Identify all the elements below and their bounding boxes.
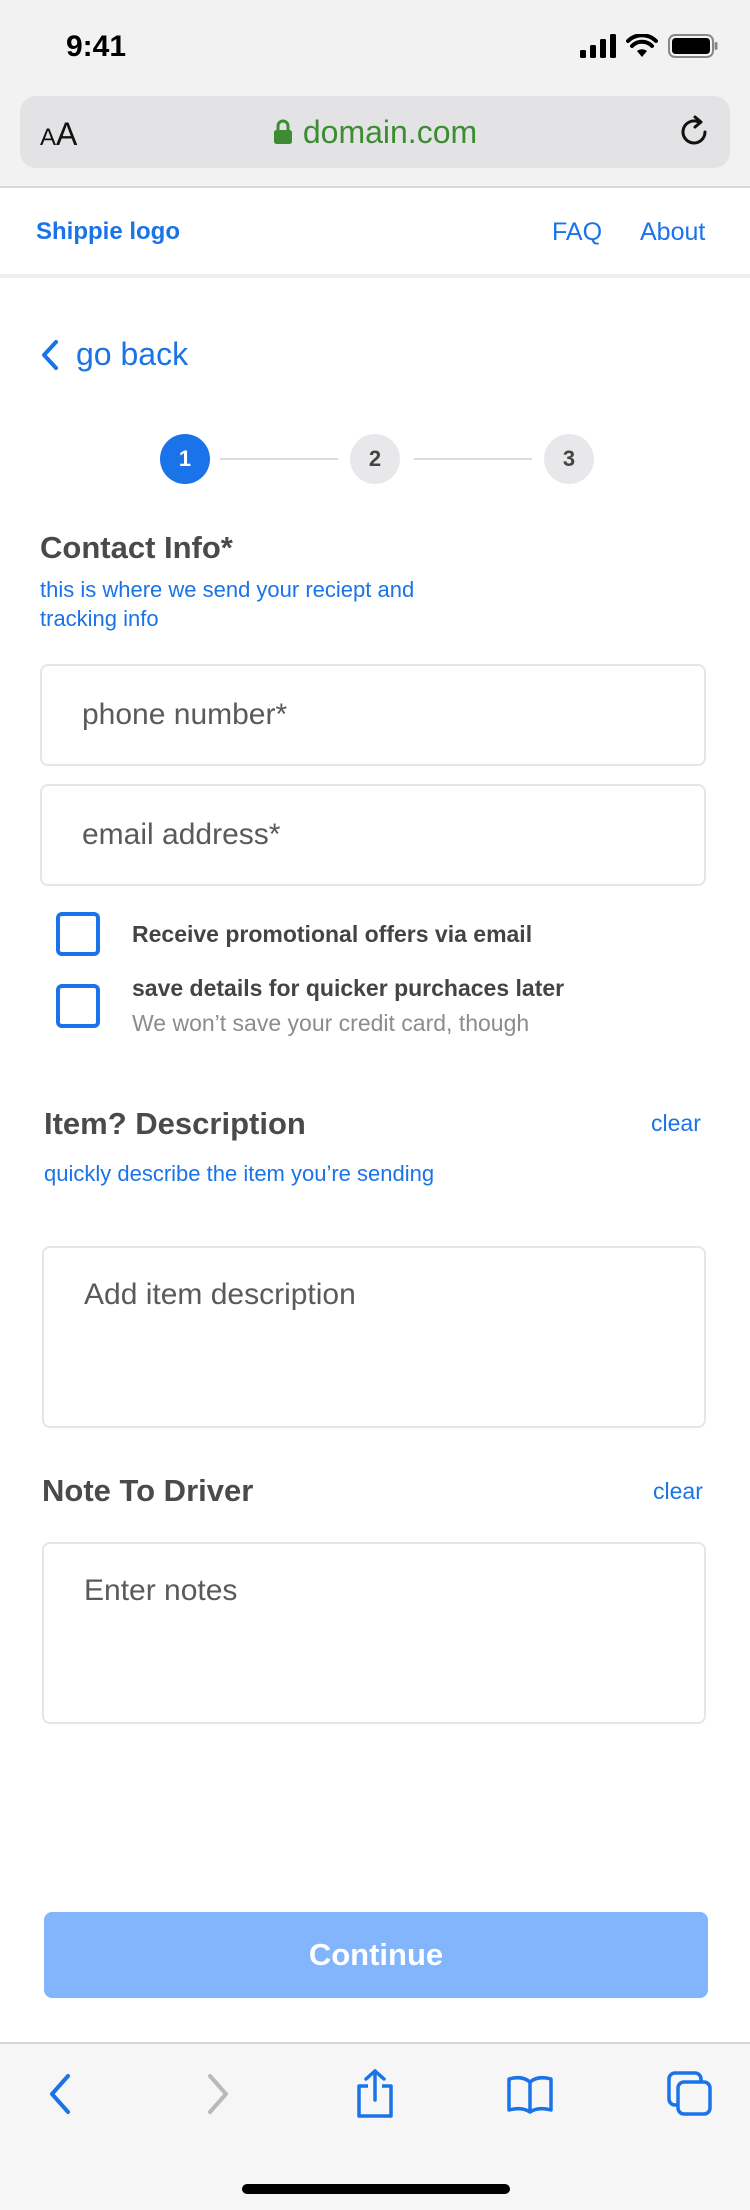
status-icons — [580, 32, 718, 60]
item-description-input[interactable] — [42, 1246, 706, 1428]
progress-stepper: 1 2 3 — [160, 434, 594, 484]
tabs-button[interactable] — [660, 2064, 720, 2124]
browser-back-button[interactable] — [30, 2064, 90, 2124]
note-to-driver-title: Note To Driver — [42, 1473, 254, 1508]
app-header: Shippie logo FAQ About — [0, 188, 750, 278]
browser-url-area: AA domain.com — [0, 92, 750, 188]
reload-icon[interactable] — [676, 114, 712, 150]
save-details-label: save details for quicker purchaces later — [132, 975, 565, 1001]
address-bar[interactable]: AA domain.com — [20, 96, 730, 168]
note-to-driver-clear-link[interactable]: clear — [653, 1478, 703, 1505]
cellular-signal-icon — [580, 34, 616, 58]
battery-icon — [668, 34, 718, 58]
note-to-driver-input[interactable] — [42, 1542, 706, 1724]
wifi-icon — [626, 34, 658, 57]
tabs-icon — [667, 2071, 712, 2116]
stepper-connector — [414, 458, 532, 460]
item-description-title: Item? Description — [44, 1106, 306, 1141]
promo-offers-option: Receive promotional offers via email — [56, 912, 532, 956]
item-description-subtitle: quickly describe the item you’re sending — [44, 1161, 435, 1186]
status-bar: 9:41 — [0, 0, 750, 92]
browser-forward-button[interactable] — [188, 2064, 248, 2124]
share-icon — [357, 2069, 393, 2118]
save-details-option: save details for quicker purchaces later… — [56, 975, 564, 1036]
forward-icon — [208, 2074, 228, 2114]
bookmarks-button[interactable] — [500, 2064, 560, 2124]
home-indicator — [242, 2184, 510, 2194]
share-button[interactable] — [345, 2064, 405, 2124]
app-logo[interactable]: Shippie logo — [36, 218, 180, 246]
nav-faq-link[interactable]: FAQ — [552, 218, 602, 247]
lock-icon — [273, 119, 292, 144]
nav-about-link[interactable]: About — [640, 218, 705, 247]
promo-offers-checkbox[interactable] — [56, 912, 100, 956]
phone-number-input[interactable] — [40, 664, 706, 766]
continue-button[interactable]: Continue — [44, 1912, 708, 1998]
email-address-input[interactable] — [40, 784, 706, 886]
save-details-checkbox[interactable] — [56, 984, 100, 1028]
item-description-clear-link[interactable]: clear — [651, 1110, 701, 1137]
promo-offers-label: Receive promotional offers via email — [132, 921, 533, 947]
browser-toolbar — [0, 2042, 750, 2210]
step-2: 2 — [350, 434, 400, 484]
step-1: 1 — [160, 434, 210, 484]
step-3: 3 — [544, 434, 594, 484]
chevron-left-icon — [42, 339, 58, 370]
contact-info-subtitle: this is where we send your reciept and t… — [40, 577, 415, 631]
go-back-link[interactable]: go back — [40, 336, 188, 373]
status-time: 9:41 — [66, 30, 127, 63]
back-icon — [50, 2074, 70, 2114]
stepper-connector — [220, 458, 338, 460]
url-domain: domain.com — [302, 114, 478, 150]
go-back-label: go back — [76, 336, 189, 372]
save-details-hint: We won’t save your credit card, though — [132, 1010, 530, 1036]
bookmarks-icon — [507, 2076, 553, 2114]
contact-info-title: Contact Info* — [40, 530, 233, 565]
